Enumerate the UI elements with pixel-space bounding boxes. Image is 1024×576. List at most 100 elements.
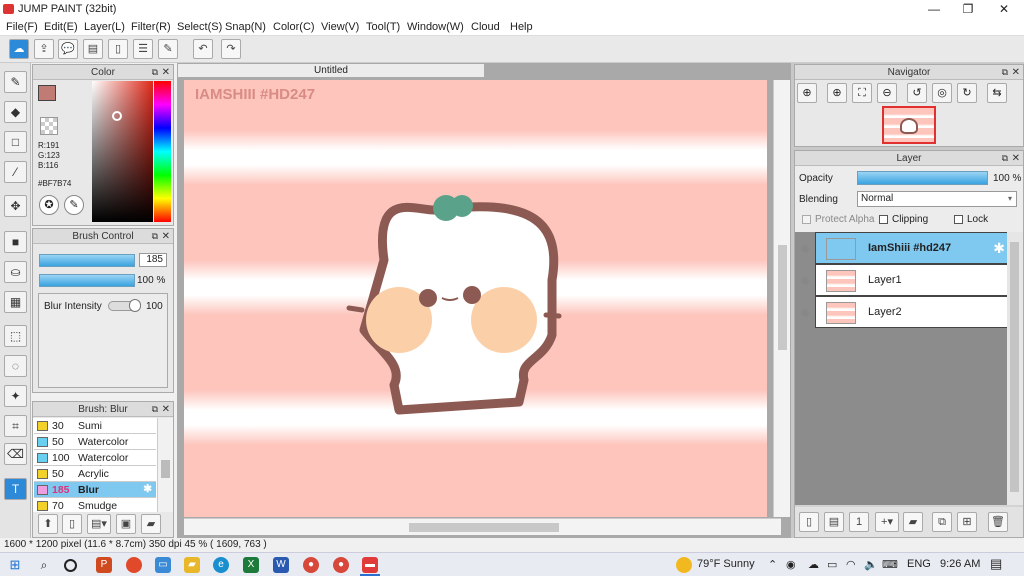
fill-rect-tool-icon[interactable]: ■ <box>4 231 27 253</box>
menu-tool[interactable]: Tool(T) <box>366 21 400 33</box>
menu-window[interactable]: Window(W) <box>407 21 464 33</box>
select-rect-icon[interactable]: ⬚ <box>4 325 27 347</box>
layer-settings-gear-icon[interactable]: ✱ <box>993 240 1005 257</box>
menu-view[interactable]: View(V) <box>321 21 359 33</box>
menu-layer[interactable]: Layer(L) <box>84 21 125 33</box>
excel-icon[interactable]: X <box>243 557 259 573</box>
brush-new-icon[interactable]: ▯ <box>62 514 82 534</box>
magic-wand-icon[interactable]: ✦ <box>4 385 27 407</box>
horizontal-scroll-thumb[interactable] <box>409 523 559 532</box>
volume-icon[interactable]: 🔈 <box>864 558 878 571</box>
language-indicator[interactable]: ENG <box>907 558 931 570</box>
clipping-checkbox[interactable] <box>879 215 888 224</box>
jump-paint-icon[interactable]: ▬ <box>362 557 378 573</box>
transparent-swatch[interactable] <box>40 117 58 135</box>
brush-size-bar[interactable] <box>39 254 135 267</box>
delete-layer-icon[interactable]: 🗑 <box>988 512 1008 532</box>
brush-item-smudge[interactable]: 70 Smudge <box>34 498 156 512</box>
list-icon[interactable]: ☰ <box>133 39 153 59</box>
layer-row-3[interactable]: Layer2 <box>801 296 1008 328</box>
menu-help[interactable]: Help <box>510 21 533 33</box>
keyboard-icon[interactable]: ⌨ <box>882 558 898 571</box>
menu-edit[interactable]: Edit(E) <box>44 21 78 33</box>
clock[interactable]: 9:26 AM <box>940 558 980 570</box>
layer-opacity-bar[interactable] <box>857 171 988 185</box>
layer-add-menu-icon[interactable]: +▾ <box>875 512 899 532</box>
chrome-icon-2[interactable]: ● <box>333 557 349 573</box>
search-icon[interactable]: ⌕ <box>36 557 52 573</box>
brush-item-sumi[interactable]: 30 Sumi <box>34 418 156 434</box>
menu-snap[interactable]: Snap(N) <box>225 21 266 33</box>
cloud-icon[interactable]: ☁ <box>9 39 29 59</box>
notifications-icon[interactable]: ▤ <box>990 556 1002 572</box>
saturation-value-picker[interactable] <box>92 81 153 222</box>
undo-icon[interactable]: ↶ <box>193 39 213 59</box>
foreground-color-swatch[interactable] <box>38 85 56 101</box>
document-icon[interactable]: ▯ <box>108 39 128 59</box>
chat-icon[interactable]: 💬 <box>58 39 78 59</box>
color-picker-cursor[interactable] <box>112 111 122 121</box>
layer-visibility-icon[interactable] <box>801 277 809 285</box>
brush-item-acrylic[interactable]: 50 Acrylic <box>34 466 156 482</box>
brush-tool-icon[interactable]: ⁄ <box>4 161 27 183</box>
document-tab[interactable]: Untitled <box>177 63 485 78</box>
tray-app-icon[interactable]: ◉ <box>786 558 796 571</box>
monitor-icon[interactable]: ▭ <box>155 557 171 573</box>
task-view-icon[interactable] <box>64 559 77 572</box>
select-pen-icon[interactable]: ⌗ <box>4 415 27 437</box>
menu-filter[interactable]: Filter(R) <box>131 21 171 33</box>
palette-edit-icon[interactable]: ✎ <box>64 195 84 215</box>
word-icon[interactable]: W <box>273 557 289 573</box>
maximize-button[interactable]: ❐ <box>950 0 986 18</box>
upload-icon[interactable]: ⇪ <box>34 39 54 59</box>
brush-size-value[interactable]: 185 <box>139 253 167 267</box>
canvas-vertical-scrollbar[interactable] <box>773 80 790 517</box>
canvas-horizontal-scrollbar[interactable] <box>184 518 781 535</box>
edit-icon[interactable]: ✎ <box>158 39 178 59</box>
layer-visibility-icon[interactable] <box>801 309 809 317</box>
flip-icon[interactable]: ⇆ <box>987 83 1007 103</box>
pen-tool-icon[interactable]: ✎ <box>4 71 27 93</box>
blending-select[interactable]: Normal ▾ <box>857 191 1017 207</box>
brush-settings-gear-icon[interactable]: ✱ <box>143 483 152 495</box>
zoom-out-icon[interactable]: ⊖ <box>877 83 897 103</box>
brush-item-blur[interactable]: 185 Blur ✱ <box>34 482 156 498</box>
drawing-canvas[interactable] <box>184 80 767 517</box>
merge-layer-icon[interactable]: ⊞ <box>957 512 977 532</box>
edge-icon[interactable]: e <box>213 557 229 573</box>
message-icon[interactable]: ▤ <box>83 39 103 59</box>
brush-add-icon[interactable]: ⬆ <box>38 514 58 534</box>
select-eraser-icon[interactable]: ⌫ <box>4 443 27 465</box>
menu-select[interactable]: Select(S) <box>177 21 222 33</box>
brush-folder-icon[interactable]: ▰ <box>141 514 161 534</box>
tray-chevron-icon[interactable]: ⌃ <box>768 558 777 571</box>
vertical-scroll-thumb[interactable] <box>778 245 787 350</box>
reset-view-icon[interactable]: ◎ <box>932 83 952 103</box>
rect-tool-icon[interactable]: □ <box>4 131 27 153</box>
minimize-button[interactable]: — <box>916 0 952 18</box>
brush-opacity-bar[interactable] <box>39 274 135 287</box>
layer-row-2[interactable]: Layer1 <box>801 264 1008 296</box>
lasso-icon[interactable]: ◌ <box>4 355 27 377</box>
close-button[interactable]: ✕ <box>986 0 1022 18</box>
navigator-preview[interactable] <box>882 106 936 144</box>
layer-list-scrollbar[interactable] <box>1007 232 1023 505</box>
menu-cloud[interactable]: Cloud <box>471 21 500 33</box>
file-explorer-icon[interactable]: ▰ <box>184 557 200 573</box>
layer-folder-icon[interactable]: ▰ <box>903 512 923 532</box>
gradient-tool-icon[interactable]: ▦ <box>4 291 27 313</box>
palette-icon[interactable]: ✪ <box>39 195 59 215</box>
rotate-left-icon[interactable]: ↺ <box>907 83 927 103</box>
app-circle-icon[interactable] <box>126 557 142 573</box>
menu-color[interactable]: Color(C) <box>273 21 315 33</box>
blur-slider-handle[interactable] <box>129 299 141 312</box>
wifi-icon[interactable]: ◠ <box>846 558 856 571</box>
windows-start-icon[interactable]: ⊞ <box>7 557 23 573</box>
zoom-in-icon[interactable]: ⊕ <box>827 83 847 103</box>
powerpoint-icon[interactable]: P <box>96 557 112 573</box>
weather-text[interactable]: 79°F Sunny <box>697 558 755 570</box>
brush-list-scroll-thumb[interactable] <box>161 460 170 478</box>
tray-cloud-icon[interactable]: ☁ <box>808 558 819 571</box>
brush-copy-icon[interactable]: ▤▾ <box>87 514 111 534</box>
lock-checkbox[interactable] <box>954 215 963 224</box>
